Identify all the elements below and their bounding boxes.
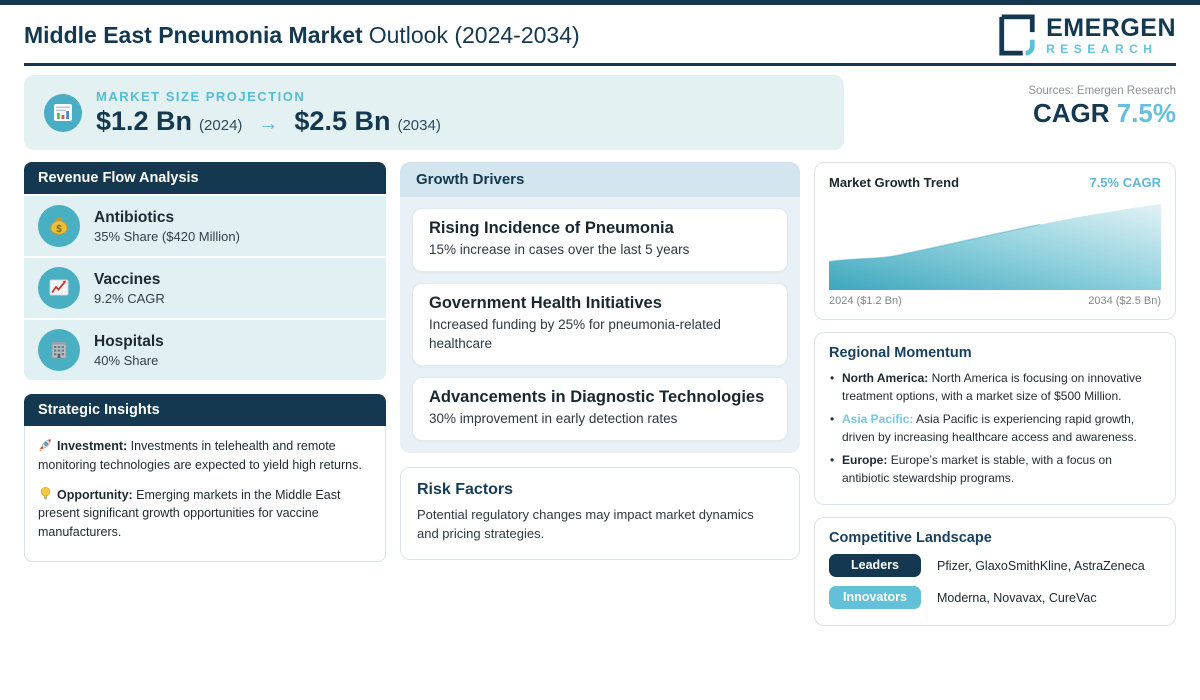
chart-axis-labels: 2024 ($1.2 Bn) 2034 ($2.5 Bn): [829, 295, 1161, 307]
driver-card-government: Government Health Initiatives Increased …: [412, 283, 788, 366]
revenue-flow-panel: Revenue Flow Analysis $ Antibiotics 35% …: [24, 162, 386, 380]
page-title-market: Middle East Pneumonia Market: [24, 22, 363, 48]
insight-investment: Investment: Investments in telehealth an…: [38, 437, 372, 475]
chart-end-label: 2034 ($2.5 Bn): [1088, 295, 1161, 307]
line-chart-icon: [38, 267, 80, 309]
risk-factors-card: Risk Factors Potential regulatory change…: [400, 467, 800, 560]
revenue-row-text: Antibiotics 35% Share ($420 Million): [94, 209, 240, 244]
growth-drivers-cards: Rising Incidence of Pneumonia 15% increa…: [400, 197, 800, 453]
region-europe: Europe: Europe’s market is stable, with …: [829, 451, 1161, 487]
year-2034: (2034): [397, 117, 440, 134]
header: Middle East Pneumonia MarketOutlook (202…: [0, 5, 1200, 61]
hospital-icon: [38, 329, 80, 371]
strategic-insights-body: Investment: Investments in telehealth an…: [24, 426, 386, 562]
revenue-row-text: Vaccines 9.2% CAGR: [94, 271, 165, 306]
top-band: MARKET SIZE PROJECTION $1.2 Bn (2024) → …: [24, 75, 1176, 150]
risk-factors-title: Risk Factors: [417, 481, 783, 499]
revenue-row-antibiotics: $ Antibiotics 35% Share ($420 Million): [24, 196, 386, 256]
competitive-landscape-title: Competitive Landscape: [829, 530, 1161, 546]
driver-detail: 15% increase in cases over the last 5 ye…: [429, 241, 771, 260]
growth-trend-area-chart: [829, 200, 1161, 290]
insight-opportunity: Opportunity: Emerging markets in the Mid…: [38, 486, 372, 542]
leaders-companies: Pfizer, GlaxoSmithKline, AstraZeneca: [937, 559, 1145, 573]
year-2024: (2024): [199, 117, 242, 134]
market-size-2024: $1.2 Bn: [96, 106, 192, 137]
driver-card-diagnostics: Advancements in Diagnostic Technologies …: [412, 377, 788, 441]
driver-title: Rising Incidence of Pneumonia: [429, 219, 771, 238]
strategic-insights-header: Strategic Insights: [24, 394, 386, 426]
arrow-right-icon: →: [258, 113, 278, 136]
emergen-logo: EMERGEN RESEARCH: [996, 12, 1176, 58]
lightbulb-icon: [38, 486, 53, 501]
right-column: Market Growth Trend 7.5% CAGR: [814, 162, 1176, 638]
left-column: Revenue Flow Analysis $ Antibiotics 35% …: [24, 162, 386, 562]
revenue-item-name: Antibiotics: [94, 209, 240, 227]
revenue-flow-header: Revenue Flow Analysis: [24, 162, 386, 194]
page-title: Middle East Pneumonia MarketOutlook (202…: [24, 22, 580, 49]
region-label: Europe:: [842, 453, 887, 467]
revenue-item-detail: 35% Share ($420 Million): [94, 229, 240, 244]
chart-header: Market Growth Trend 7.5% CAGR: [829, 175, 1161, 190]
driver-card-incidence: Rising Incidence of Pneumonia 15% increa…: [412, 208, 788, 272]
driver-detail: 30% improvement in early detection rates: [429, 410, 771, 429]
cagr-label: CAGR: [1033, 98, 1110, 128]
insight-label: Investment:: [57, 439, 127, 453]
leaders-badge: Leaders: [829, 554, 921, 577]
cagr-headline: CAGR 7.5%: [1028, 98, 1176, 129]
logo-text: EMERGEN RESEARCH: [1046, 16, 1176, 55]
revenue-row-vaccines: Vaccines 9.2% CAGR: [24, 258, 386, 318]
insight-label: Opportunity:: [57, 488, 133, 502]
svg-text:$: $: [56, 224, 62, 235]
rocket-icon: [38, 437, 53, 452]
revenue-item-detail: 40% Share: [94, 353, 164, 368]
chart-cagr-badge: 7.5% CAGR: [1089, 175, 1161, 190]
main-grid: Revenue Flow Analysis $ Antibiotics 35% …: [24, 162, 1176, 638]
competitive-landscape-card: Competitive Landscape Leaders Pfizer, Gl…: [814, 517, 1176, 626]
driver-title: Advancements in Diagnostic Technologies: [429, 388, 771, 407]
risk-factors-text: Potential regulatory changes may impact …: [417, 505, 754, 544]
logo-name: EMERGEN: [1046, 16, 1176, 41]
regional-momentum-title: Regional Momentum: [829, 345, 1161, 361]
region-north-america: North America: North America is focusing…: [829, 369, 1161, 405]
sources-note: Sources: Emergen Research: [1028, 85, 1176, 97]
header-divider: [24, 63, 1176, 66]
region-label: North America:: [842, 371, 928, 385]
innovators-badge: Innovators: [829, 586, 921, 609]
middle-column: Growth Drivers Rising Incidence of Pneum…: [400, 162, 800, 560]
region-label: Asia Pacific:: [842, 412, 913, 426]
market-size-2034: $2.5 Bn: [294, 106, 390, 137]
growth-drivers-panel: Growth Drivers Rising Incidence of Pneum…: [400, 162, 800, 453]
region-asia-pacific: Asia Pacific: Asia Pacific is experienci…: [829, 410, 1161, 446]
market-growth-trend-card: Market Growth Trend 7.5% CAGR: [814, 162, 1176, 320]
strategic-insights-panel: Strategic Insights Investment: Investmen…: [24, 394, 386, 562]
driver-detail: Increased funding by 25% for pneumonia-r…: [429, 316, 771, 354]
page-title-outlook: Outlook (2024-2034): [369, 22, 580, 48]
innovators-companies: Moderna, Novavax, CureVac: [937, 591, 1097, 605]
logo-square-icon: [996, 12, 1038, 58]
chart-title: Market Growth Trend: [829, 175, 959, 190]
revenue-row-hospitals: Hospitals 40% Share: [24, 320, 386, 380]
regional-momentum-list: North America: North America is focusing…: [829, 369, 1161, 487]
market-size-banner: MARKET SIZE PROJECTION $1.2 Bn (2024) → …: [24, 75, 844, 150]
banner-values: $1.2 Bn (2024) → $2.5 Bn (2034): [96, 106, 441, 137]
innovators-row: Innovators Moderna, Novavax, CureVac: [829, 586, 1161, 609]
revenue-item-name: Vaccines: [94, 271, 165, 289]
infographic-page: Middle East Pneumonia MarketOutlook (202…: [0, 0, 1200, 638]
logo-subname: RESEARCH: [1046, 43, 1176, 55]
driver-title: Government Health Initiatives: [429, 294, 771, 313]
banner-text: MARKET SIZE PROJECTION $1.2 Bn (2024) → …: [96, 89, 441, 137]
regional-momentum-card: Regional Momentum North America: North A…: [814, 332, 1176, 505]
bar-chart-icon: [44, 94, 82, 132]
cagr-block: Sources: Emergen Research CAGR 7.5%: [1028, 75, 1176, 150]
growth-drivers-header: Growth Drivers: [400, 162, 800, 197]
revenue-item-name: Hospitals: [94, 333, 164, 351]
revenue-row-text: Hospitals 40% Share: [94, 333, 164, 368]
chart-start-label: 2024 ($1.2 Bn): [829, 295, 902, 307]
banner-label: MARKET SIZE PROJECTION: [96, 89, 441, 104]
revenue-item-detail: 9.2% CAGR: [94, 291, 165, 306]
cagr-value: 7.5%: [1117, 98, 1176, 128]
money-bag-icon: $: [38, 205, 80, 247]
leaders-row: Leaders Pfizer, GlaxoSmithKline, AstraZe…: [829, 554, 1161, 577]
